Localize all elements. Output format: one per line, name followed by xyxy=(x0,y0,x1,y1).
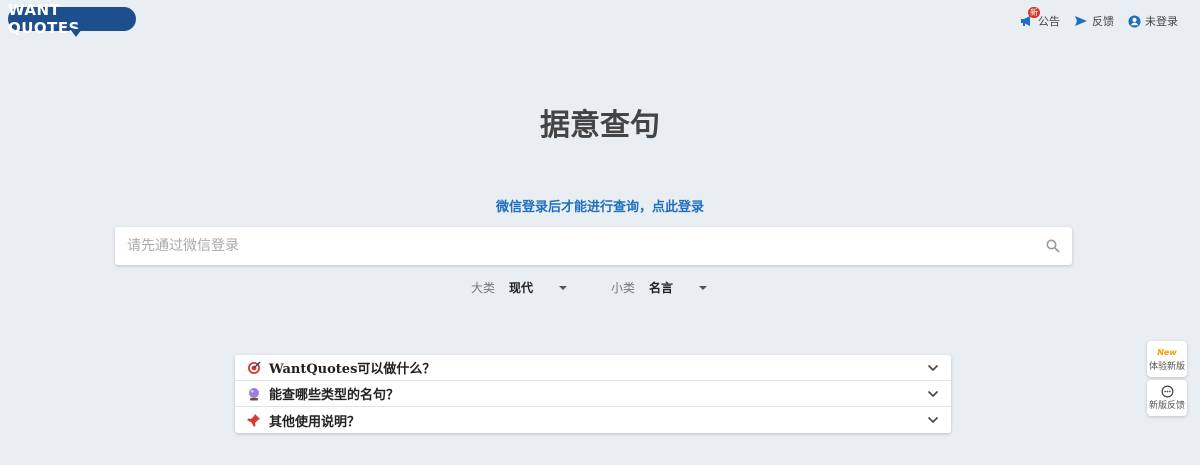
feedback-button[interactable]: 反馈 xyxy=(1074,13,1114,29)
category-select[interactable]: 大类 现代 xyxy=(471,279,568,296)
faq-item[interactable]: 能查哪些类型的名句？ xyxy=(235,381,951,407)
announcement-button[interactable]: 新 公告 xyxy=(1020,7,1060,29)
filters: 大类 现代 小类 名言 xyxy=(471,279,751,296)
announcement-label: 公告 xyxy=(1038,15,1060,28)
search-bar xyxy=(115,227,1072,265)
faq-item[interactable]: 其他使用说明？ xyxy=(235,407,951,433)
new-tag: New xyxy=(1157,347,1177,357)
top-nav: 新 公告 反馈 未登录 xyxy=(1020,7,1178,29)
chevron-down-icon[interactable] xyxy=(927,390,939,398)
new-feedback-label: 新版反馈 xyxy=(1148,401,1185,411)
category-label: 大类 xyxy=(471,281,496,295)
faq-list: WantQuotes可以做什么？ 能查哪些类型的名句？ 其他使用说明？ xyxy=(235,355,951,433)
new-feedback-button[interactable]: 新版反馈 xyxy=(1147,380,1187,416)
logo-tail xyxy=(70,29,82,37)
feedback-label: 反馈 xyxy=(1092,15,1114,28)
logo[interactable]: WANT QUOTES xyxy=(8,1,136,37)
logo-text: WANT QUOTES xyxy=(8,1,136,37)
subcategory-select[interactable]: 小类 名言 xyxy=(611,279,708,296)
faq-question: 其他使用说明？ xyxy=(269,414,361,430)
login-button[interactable]: 未登录 xyxy=(1128,13,1178,29)
send-icon xyxy=(1075,16,1087,26)
pushpin-icon xyxy=(247,413,261,427)
page-title: 据意查句 xyxy=(540,108,660,143)
chevron-down-icon[interactable] xyxy=(699,285,708,290)
search-icon[interactable] xyxy=(1046,239,1060,253)
subcategory-label: 小类 xyxy=(611,281,636,295)
login-label: 未登录 xyxy=(1145,15,1178,28)
login-link[interactable]: 微信登录后才能进行查询，点此登录 xyxy=(0,196,1200,215)
search-input[interactable] xyxy=(127,238,1046,254)
try-new-version-button[interactable]: New 体验新版 xyxy=(1147,341,1187,377)
faq-item[interactable]: WantQuotes可以做什么？ xyxy=(235,355,951,381)
faq-question: 能查哪些类型的名句？ xyxy=(269,388,400,403)
try-new-label: 体验新版 xyxy=(1148,361,1185,372)
crystal-ball-icon xyxy=(247,387,261,401)
faq-question: WantQuotes可以做什么？ xyxy=(269,362,436,377)
category-value[interactable]: 现代 xyxy=(509,279,551,296)
user-icon xyxy=(1128,14,1141,28)
new-badge: 新 xyxy=(1028,7,1040,18)
chevron-down-icon[interactable] xyxy=(927,416,939,424)
subcategory-value[interactable]: 名言 xyxy=(649,279,691,296)
chevron-down-icon[interactable] xyxy=(559,285,568,290)
chat-bubble-icon xyxy=(1161,385,1173,398)
target-icon xyxy=(247,361,261,375)
chevron-down-icon[interactable] xyxy=(927,364,939,372)
